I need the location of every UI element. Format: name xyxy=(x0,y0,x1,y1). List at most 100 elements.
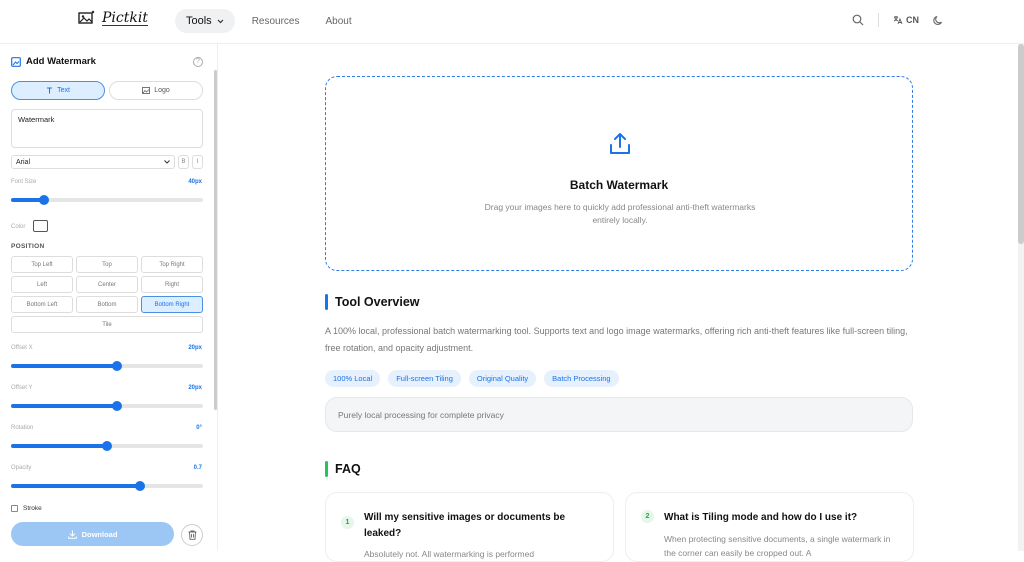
tab-text-label: Text xyxy=(57,87,70,94)
position-heading: POSITION xyxy=(11,243,45,250)
text-type-icon xyxy=(47,87,53,94)
logo-icon xyxy=(78,10,95,24)
help-icon[interactable]: ? xyxy=(193,57,203,67)
page-scrollbar-thumb[interactable] xyxy=(1018,44,1024,244)
chevron-down-icon xyxy=(217,19,224,23)
position-bottom-left[interactable]: Bottom Left xyxy=(11,296,73,313)
faq-card[interactable]: 1 Will my sensitive images or documents … xyxy=(325,492,614,562)
header-divider xyxy=(878,13,879,27)
tab-logo-label: Logo xyxy=(154,87,170,94)
italic-button[interactable]: I xyxy=(192,155,203,169)
clear-button[interactable] xyxy=(181,524,203,546)
logo-type-icon xyxy=(142,87,151,94)
logo[interactable]: Pictkit xyxy=(78,10,148,26)
faq-question: What is Tiling mode and how do I use it? xyxy=(664,512,858,523)
position-right[interactable]: Right xyxy=(141,276,203,293)
sidebar-title: Add Watermark xyxy=(11,56,96,67)
nav-tools[interactable]: Tools xyxy=(175,9,235,33)
logo-text: Pictkit xyxy=(102,9,148,26)
position-top-left[interactable]: Top Left xyxy=(11,256,73,273)
opacity-value: 0.7 xyxy=(193,465,202,471)
language-switch[interactable]: CN xyxy=(893,15,919,25)
font-select-value: Arial xyxy=(16,158,31,166)
header-actions: CN xyxy=(852,13,944,27)
position-bottom[interactable]: Bottom xyxy=(76,296,138,313)
offset-y-value: 20px xyxy=(188,385,202,391)
sidebar-title-text: Add Watermark xyxy=(26,56,96,67)
main-nav: Tools Resources About xyxy=(175,9,361,33)
stroke-checkbox[interactable]: Stroke xyxy=(11,505,42,512)
dark-mode-icon[interactable] xyxy=(933,15,944,26)
overview-heading-text: Tool Overview xyxy=(335,295,420,309)
image-icon xyxy=(11,56,21,67)
download-label: Download xyxy=(81,529,118,539)
rotation-slider[interactable] xyxy=(11,441,203,451)
trash-icon xyxy=(188,530,196,540)
opacity-label: Opacity xyxy=(11,465,32,471)
chevron-down-icon xyxy=(164,160,170,164)
heading-accent-bar xyxy=(325,461,328,477)
feature-tag: Original Quality xyxy=(468,370,537,387)
watermark-type-tabs: Text Logo xyxy=(11,81,203,100)
translate-icon xyxy=(893,16,903,25)
faq-heading-text: FAQ xyxy=(335,462,361,476)
font-size-slider[interactable] xyxy=(11,195,203,205)
sidebar-scrollbar[interactable] xyxy=(214,70,217,410)
offset-y-label: Offset Y xyxy=(11,385,33,391)
color-label: Color xyxy=(11,224,26,230)
tab-text[interactable]: Text xyxy=(11,81,105,100)
upload-icon xyxy=(610,133,630,154)
faq-answer: When protecting sensitive documents, a s… xyxy=(664,534,891,558)
feature-tag: 100% Local xyxy=(325,370,381,387)
page-scrollbar[interactable] xyxy=(1018,44,1024,551)
overview-description: A 100% local, professional batch waterma… xyxy=(325,326,908,353)
offset-x-slider[interactable] xyxy=(11,361,203,371)
offset-x-value: 20px xyxy=(188,345,202,351)
checkbox-box[interactable] xyxy=(11,505,18,512)
privacy-note: Purely local processing for complete pri… xyxy=(325,397,913,432)
download-button[interactable]: Download xyxy=(11,522,174,546)
offset-y-slider[interactable] xyxy=(11,401,203,411)
position-center[interactable]: Center xyxy=(76,276,138,293)
position-top[interactable]: Top xyxy=(76,256,138,273)
feature-tag: Full-screen Tiling xyxy=(388,370,461,387)
faq-card[interactable]: 2 What is Tiling mode and how do I use i… xyxy=(625,492,914,562)
feature-tags: 100% Local Full-screen Tiling Original Q… xyxy=(325,370,619,387)
font-size-value: 40px xyxy=(188,179,202,185)
position-bottom-right[interactable]: Bottom Right xyxy=(141,296,203,313)
faq-heading: FAQ xyxy=(325,461,361,477)
font-select[interactable]: Arial xyxy=(11,155,175,169)
dropzone-subtitle: Drag your images here to quickly add pro… xyxy=(484,202,756,225)
position-grid: Top Left Top Top Right Left Center Right… xyxy=(11,256,203,333)
faq-number: 2 xyxy=(641,510,654,523)
faq-question: Will my sensitive images or documents be… xyxy=(364,512,566,539)
opacity-slider[interactable] xyxy=(11,481,203,491)
download-icon xyxy=(67,530,77,539)
faq-answer: Absolutely not. All watermarking is perf… xyxy=(364,549,535,559)
nav-about[interactable]: About xyxy=(317,10,361,33)
position-tile[interactable]: Tile xyxy=(11,316,203,333)
bold-button[interactable]: B xyxy=(178,155,189,169)
nav-resources[interactable]: Resources xyxy=(243,10,309,33)
watermark-text-input[interactable]: Watermark xyxy=(11,109,203,148)
font-row: Arial B I xyxy=(11,155,203,169)
position-left[interactable]: Left xyxy=(11,276,73,293)
rotation-value: 0° xyxy=(196,425,202,431)
position-top-right[interactable]: Top Right xyxy=(141,256,203,273)
color-swatch[interactable] xyxy=(33,220,48,232)
dropzone-title: Batch Watermark xyxy=(569,178,669,192)
search-icon[interactable] xyxy=(852,14,864,26)
nav-tools-label: Tools xyxy=(186,15,212,27)
tab-logo[interactable]: Logo xyxy=(109,81,203,100)
top-navigation-bar: Pictkit Tools Resources About CN xyxy=(0,0,1024,44)
font-size-label: Font Size xyxy=(11,179,37,185)
offset-x-label: Offset X xyxy=(11,345,33,351)
heading-accent-bar xyxy=(325,294,328,310)
language-label: CN xyxy=(906,15,919,25)
stroke-label: Stroke xyxy=(23,505,42,512)
faq-number: 1 xyxy=(341,516,354,529)
rotation-label: Rotation xyxy=(11,425,34,431)
upload-dropzone[interactable]: Batch Watermark Drag your images here to… xyxy=(325,76,913,271)
overview-heading: Tool Overview xyxy=(325,294,420,310)
feature-tag: Batch Processing xyxy=(544,370,619,387)
